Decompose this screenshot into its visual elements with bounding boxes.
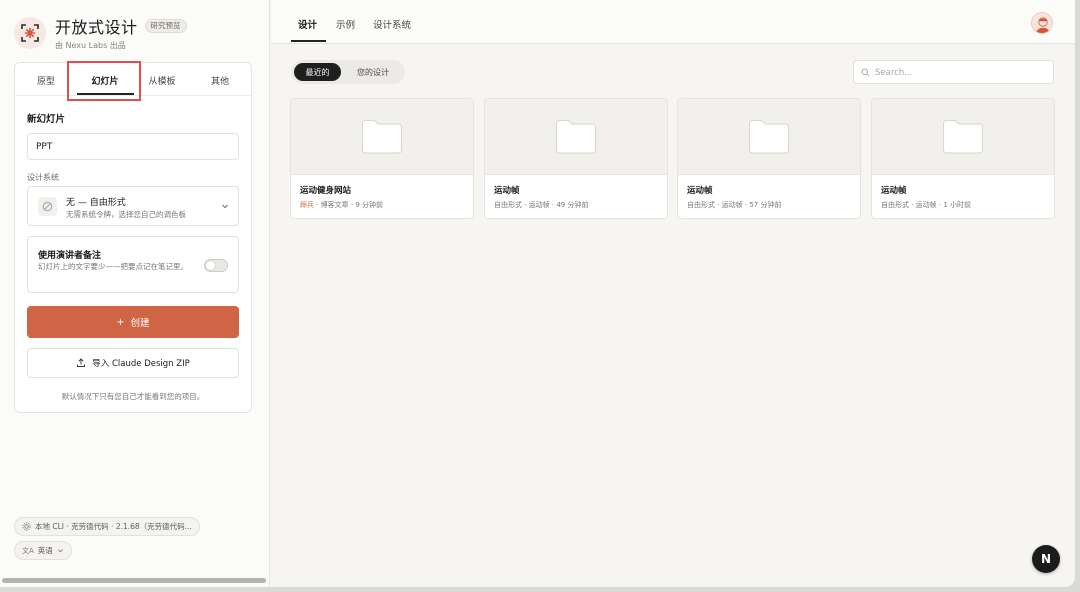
main-content: 设计 示例 设计系统 最近的 您的设计 运动健身网站 — [271, 0, 1075, 587]
tab-other[interactable]: 其他 — [211, 74, 229, 87]
new-project-panel: 原型 幻灯片 从模板 其他 新幻灯片 设计系统 无 — 自由形式 无需系统令牌，… — [14, 61, 252, 413]
visibility-note: 默认情况下只有您自己才能看到您的项目。 — [61, 392, 205, 401]
card-thumbnail — [678, 99, 860, 175]
card-meta: 蹄兵 · 博客文章 · 9 分钟前 — [300, 200, 383, 210]
horizontal-scrollbar[interactable] — [2, 578, 266, 583]
import-button-label: 导入 Claude Design ZIP — [92, 359, 190, 369]
card-title: 运动帧 — [881, 186, 907, 196]
card-meta: 自由形式 · 运动帧 · 57 分钟前 — [687, 201, 782, 209]
top-nav: 设计 示例 设计系统 — [271, 0, 1075, 44]
card-title: 运动帧 — [687, 186, 713, 196]
chevron-down-icon — [57, 549, 63, 553]
search-input[interactable] — [875, 64, 1045, 81]
design-system-select[interactable]: 无 — 自由形式 无需系统令牌，选择您自己的调色板 — [27, 186, 239, 226]
gear-icon — [22, 522, 31, 531]
create-button-label: 创建 — [130, 318, 150, 329]
tab-designs[interactable]: 设计 — [298, 17, 317, 31]
preview-badge: 研究预览 — [144, 19, 187, 33]
card-title: 运动健身网站 — [300, 186, 352, 196]
tab-from-template[interactable]: 从模板 — [148, 74, 175, 87]
folder-icon — [362, 120, 402, 154]
section-title: 新幻灯片 — [27, 114, 66, 125]
sidebar: 开放式设计 研究预览 由 Nexu Labs 出品 原型 幻灯片 从模板 其他 … — [0, 0, 270, 587]
toggle-knob — [206, 261, 215, 270]
card-tag: 蹄兵 — [300, 201, 314, 209]
avatar[interactable] — [1031, 12, 1053, 34]
environment-chip[interactable]: 本地 CLI · 克劳德代码 · 2.1.68（克劳德代码... — [14, 517, 200, 536]
tab-prototype[interactable]: 原型 — [37, 74, 55, 87]
chevron-down-icon — [222, 204, 228, 209]
translate-icon: 文A — [22, 546, 34, 555]
filter-your-designs[interactable]: 您的设计 — [344, 63, 402, 81]
search-box — [853, 60, 1054, 84]
speaker-notes-card: 使用演讲者备注 幻灯片上的文字要少——把要点记在笔记里。 — [27, 236, 239, 293]
environment-label: 本地 CLI · 克劳德代码 · 2.1.68（克劳德代码... — [35, 522, 192, 531]
tab-design-systems[interactable]: 设计系统 — [373, 17, 411, 31]
card-thumbnail — [872, 99, 1054, 175]
folder-icon — [943, 120, 983, 154]
app-window: 开放式设计 研究预览 由 Nexu Labs 出品 原型 幻灯片 从模板 其他 … — [0, 0, 1075, 587]
project-type-tabs: 原型 幻灯片 从模板 其他 — [15, 61, 251, 101]
card-thumbnail — [485, 99, 667, 175]
card-title: 运动帧 — [494, 186, 520, 196]
folder-icon — [749, 120, 789, 154]
search-icon — [861, 68, 870, 77]
design-card[interactable]: 运动帧 自由形式 · 运动帧 · 49 分钟前 — [484, 98, 668, 219]
design-system-description: 无需系统令牌，选择您自己的调色板 — [66, 210, 186, 219]
speaker-notes-title: 使用演讲者备注 — [38, 251, 102, 261]
speaker-notes-toggle[interactable] — [204, 259, 228, 272]
create-button[interactable]: + 创建 — [27, 306, 239, 338]
none-icon — [38, 197, 57, 216]
card-meta: 自由形式 · 运动帧 · 49 分钟前 — [494, 201, 589, 209]
design-system-label: 设计系统 — [27, 173, 59, 182]
import-zip-button[interactable]: 导入 Claude Design ZIP — [27, 348, 239, 378]
language-label: 英语 — [37, 546, 53, 555]
brand-subtitle: 由 Nexu Labs 出品 — [55, 41, 126, 50]
design-card[interactable]: 运动健身网站 蹄兵 · 博客文章 · 9 分钟前 — [290, 98, 474, 219]
active-tab-indicator — [291, 40, 326, 42]
card-thumbnail — [291, 99, 473, 175]
filter-recent[interactable]: 最近的 — [294, 63, 341, 81]
speaker-notes-description: 幻灯片上的文字要少——把要点记在笔记里。 — [38, 262, 188, 271]
active-tab-indicator — [77, 93, 134, 95]
card-meta-text: · 博客文章 · 9 分钟前 — [314, 201, 384, 209]
language-select[interactable]: 文A 英语 — [14, 541, 72, 560]
design-card[interactable]: 运动帧 自由形式 · 运动帧 · 1 小时前 — [871, 98, 1055, 219]
app-title: 开放式设计 — [55, 18, 138, 37]
plus-icon: + — [116, 316, 125, 328]
project-name-input[interactable] — [27, 133, 239, 160]
frame-spark-icon — [14, 16, 46, 49]
folder-icon — [556, 120, 596, 154]
design-system-title: 无 — 自由形式 — [66, 198, 126, 208]
card-meta: 自由形式 · 运动帧 · 1 小时前 — [881, 201, 972, 209]
upload-icon — [77, 358, 86, 367]
tab-examples[interactable]: 示例 — [336, 17, 355, 31]
tab-slides[interactable]: 幻灯片 — [91, 74, 118, 87]
floating-action-button[interactable]: N — [1032, 545, 1060, 573]
design-card[interactable]: 运动帧 自由形式 · 运动帧 · 57 分钟前 — [677, 98, 861, 219]
brand: 开放式设计 研究预览 由 Nexu Labs 出品 — [14, 14, 187, 51]
filter-toggle: 最近的 您的设计 — [291, 60, 405, 84]
